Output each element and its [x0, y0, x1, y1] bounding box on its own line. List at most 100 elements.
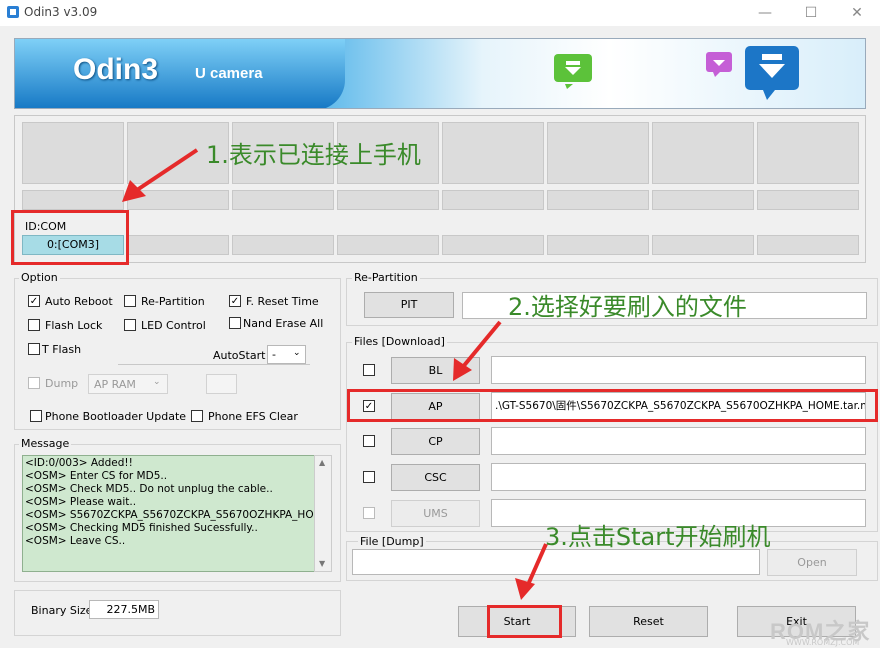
- message-line: <OSM> Checking MD5 finished Sucessfully.…: [25, 522, 258, 534]
- device-progress-slot: [22, 190, 124, 210]
- reset-button[interactable]: Reset: [589, 606, 708, 637]
- message-lines: <ID:0/003> Added!! <OSM> Enter CS for MD5…: [25, 457, 332, 548]
- maximize-button[interactable]: ☐: [788, 0, 834, 26]
- message-line: <OSM> Leave CS..: [25, 535, 126, 547]
- t-flash-checkbox[interactable]: [28, 343, 40, 355]
- banner-stripe: [15, 39, 345, 108]
- message-scrollbar[interactable]: ▲ ▼: [314, 455, 332, 572]
- com-port-slot[interactable]: [127, 235, 229, 255]
- message-line: <OSM> Please wait..: [25, 496, 137, 508]
- dump-checkbox[interactable]: [28, 377, 40, 389]
- device-slot: [22, 122, 124, 184]
- dump-field[interactable]: [206, 374, 237, 394]
- led-control-label: LED Control: [141, 319, 206, 332]
- cp-checkbox[interactable]: [363, 435, 375, 447]
- device-status-panel: ID:COM 0:[COM3]: [14, 115, 866, 263]
- com-port-slot[interactable]: [547, 235, 649, 255]
- banner-subtitle: U camera: [195, 65, 263, 82]
- banner-title: Odin3: [73, 53, 159, 86]
- device-progress-slot: [127, 190, 229, 210]
- binary-size-value: 227.5MB: [89, 600, 159, 619]
- watermark-url: WWW.ROMZJ.COM: [786, 638, 860, 647]
- device-progress-slot: [757, 190, 859, 210]
- re-partition-checkbox[interactable]: [124, 295, 136, 307]
- window-title: Odin3 v3.09: [24, 5, 98, 19]
- option-group-title: Option: [19, 271, 60, 284]
- flash-lock-checkbox[interactable]: [28, 319, 40, 331]
- device-progress-slot: [232, 190, 334, 210]
- cp-button[interactable]: CP: [391, 428, 480, 455]
- phone-efs-clear-label: Phone EFS Clear: [208, 410, 298, 423]
- auto-reboot-label: Auto Reboot: [45, 295, 113, 308]
- bl-checkbox[interactable]: [363, 364, 375, 376]
- csc-checkbox[interactable]: [363, 471, 375, 483]
- odin-banner: Odin3 U camera: [14, 38, 866, 109]
- message-line: <OSM> Check MD5.. Do not unplug the cabl…: [25, 483, 273, 495]
- cp-path-field[interactable]: [491, 427, 866, 455]
- autostart-label: AutoStart: [213, 349, 266, 362]
- annotation-step2: 2.选择好要刷入的文件: [508, 293, 747, 321]
- chevron-down-icon: ⌄: [293, 348, 301, 358]
- device-slot: [652, 122, 754, 184]
- nand-erase-all-label: Nand Erase All: [243, 317, 324, 330]
- binary-size-label: Binary Size: [31, 604, 93, 617]
- dump-select[interactable]: AP RAM ⌄: [88, 374, 168, 394]
- device-progress-slot: [547, 190, 649, 210]
- pit-button[interactable]: PIT: [364, 292, 454, 318]
- com-port-slot[interactable]: [442, 235, 544, 255]
- com-port-slot[interactable]: [757, 235, 859, 255]
- auto-reboot-checkbox[interactable]: ✓: [28, 295, 40, 307]
- device-progress-slot: [442, 190, 544, 210]
- download-blue-icon: [745, 46, 799, 100]
- download-purple-icon: [706, 52, 732, 77]
- phone-bootloader-update-checkbox[interactable]: [30, 410, 42, 422]
- com-port-slot[interactable]: [652, 235, 754, 255]
- minimize-button[interactable]: —: [742, 0, 788, 26]
- com-highlight-box: [11, 210, 129, 265]
- device-slot: [547, 122, 649, 184]
- phone-efs-clear-checkbox[interactable]: [191, 410, 203, 422]
- annotation-step3: 3.点击Start开始刷机: [545, 523, 771, 551]
- ums-checkbox[interactable]: [363, 507, 375, 519]
- ap-highlight-box: [347, 389, 878, 422]
- dump-select-value: AP RAM: [94, 378, 136, 391]
- odin-app-icon: [7, 6, 19, 18]
- start-highlight-box: [487, 605, 562, 638]
- com-port-slot[interactable]: [337, 235, 439, 255]
- files-download-group-title: Files [Download]: [352, 335, 447, 348]
- download-green-icon: [554, 54, 592, 89]
- device-slot: [757, 122, 859, 184]
- re-partition-group-title: Re-Partition: [352, 271, 420, 284]
- f-reset-time-label: F. Reset Time: [246, 295, 319, 308]
- bl-path-field[interactable]: [491, 356, 866, 384]
- scroll-up-icon: ▲: [319, 458, 326, 467]
- message-line: <OSM> Enter CS for MD5..: [25, 470, 168, 482]
- option-divider: [118, 364, 310, 365]
- file-dump-path-field[interactable]: [352, 549, 760, 575]
- csc-button[interactable]: CSC: [391, 464, 480, 491]
- nand-erase-all-checkbox[interactable]: [229, 317, 241, 329]
- dump-label: Dump: [45, 377, 79, 390]
- file-dump-group-title: File [Dump]: [358, 535, 426, 548]
- device-progress-slot: [337, 190, 439, 210]
- device-progress-slot: [652, 190, 754, 210]
- csc-path-field[interactable]: [491, 463, 866, 491]
- ums-button[interactable]: UMS: [391, 500, 480, 527]
- open-button[interactable]: Open: [767, 549, 857, 576]
- autostart-value: -: [272, 348, 276, 361]
- annotation-step1: 1.表示已连接上手机: [206, 141, 421, 169]
- f-reset-time-checkbox[interactable]: ✓: [229, 295, 241, 307]
- close-button[interactable]: ✕: [834, 0, 880, 26]
- flash-lock-label: Flash Lock: [45, 319, 103, 332]
- message-log[interactable]: <ID:0/003> Added!! <OSM> Enter CS for MD5…: [22, 455, 332, 572]
- phone-bootloader-update-label: Phone Bootloader Update: [45, 410, 187, 423]
- chevron-down-icon: ⌄: [153, 377, 161, 387]
- t-flash-label: T Flash: [42, 343, 82, 356]
- device-slot: [442, 122, 544, 184]
- message-line: <OSM> S5670ZCKPA_S5670ZCKPA_S5670OZHKPA_…: [25, 509, 332, 521]
- autostart-select[interactable]: - ⌄: [267, 345, 306, 364]
- bl-button[interactable]: BL: [391, 357, 480, 384]
- led-control-checkbox[interactable]: [124, 319, 136, 331]
- message-line: <ID:0/003> Added!!: [25, 457, 133, 469]
- com-port-slot[interactable]: [232, 235, 334, 255]
